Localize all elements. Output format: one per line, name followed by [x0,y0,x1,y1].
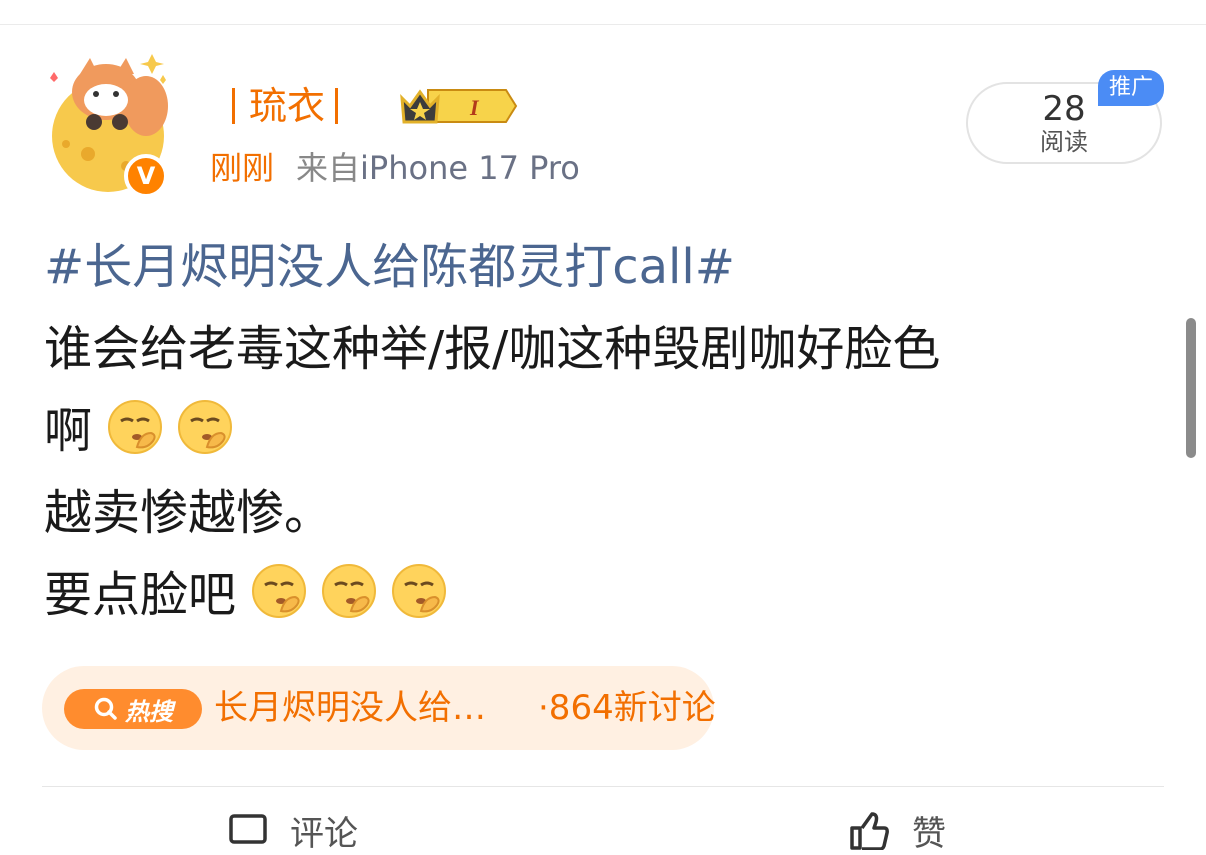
post-meta: 刚刚 来自iPhone 17 Pro [210,146,580,190]
post-body: #长月烬明没人给陈都灵打call# 谁会给老毒这种举/报/咖这种毁剧咖好脸色 啊… [44,230,1164,640]
shush-emoji-icon [392,564,447,618]
thumbs-up-icon [850,812,889,850]
hot-search-chip[interactable]: 热搜 长月烬明没人给… ·864新讨论 [42,666,716,750]
hot-search-tag: 热搜 [64,689,202,729]
like-label: 赞 [912,813,946,854]
search-icon [94,697,117,720]
post-text-line-2: 啊 [44,403,93,459]
source-prefix: 来自 [296,149,361,187]
name-bar-right [335,88,339,124]
read-label: 阅读 [1040,128,1088,156]
hashtag-link[interactable]: #长月烬明没人给陈都灵打call# [44,239,735,295]
post-text-line-4: 要点脸吧 [44,567,237,623]
source-device[interactable]: iPhone 17 Pro [360,149,580,187]
vip-crown-badge-icon[interactable]: I [398,84,518,128]
post-text-line-1: 谁会给老毒这种举/报/咖这种毁剧咖好脸色 [44,321,941,377]
comment-label: 评论 [290,813,358,854]
promo-tag[interactable]: 推广 [1098,70,1164,106]
shush-emoji-icon [178,400,233,454]
action-divider [42,786,1164,787]
shush-emoji-icon [322,564,377,618]
shush-emoji-icon [252,564,307,618]
like-button[interactable]: 赞 [846,808,946,854]
name-bar-left [232,88,235,124]
comment-button[interactable]: 评论 [228,808,358,854]
scrollbar[interactable] [1186,318,1196,458]
post-time: 刚刚 [210,149,275,187]
comment-icon [229,814,267,844]
verified-badge-icon: V [124,154,168,198]
hot-search-label: 热搜 [125,697,173,726]
vip-level: I [469,95,480,120]
hot-search-count: ·864新讨论 [538,688,716,728]
username-text[interactable]: 琉衣 [249,80,325,132]
username[interactable]: 琉衣 [222,80,352,132]
post-text-line-3: 越卖惨越惨。 [44,485,333,541]
shush-emoji-icon [108,400,163,454]
top-divider [0,24,1206,25]
hot-search-topic[interactable]: 长月烬明没人给… [214,686,486,730]
